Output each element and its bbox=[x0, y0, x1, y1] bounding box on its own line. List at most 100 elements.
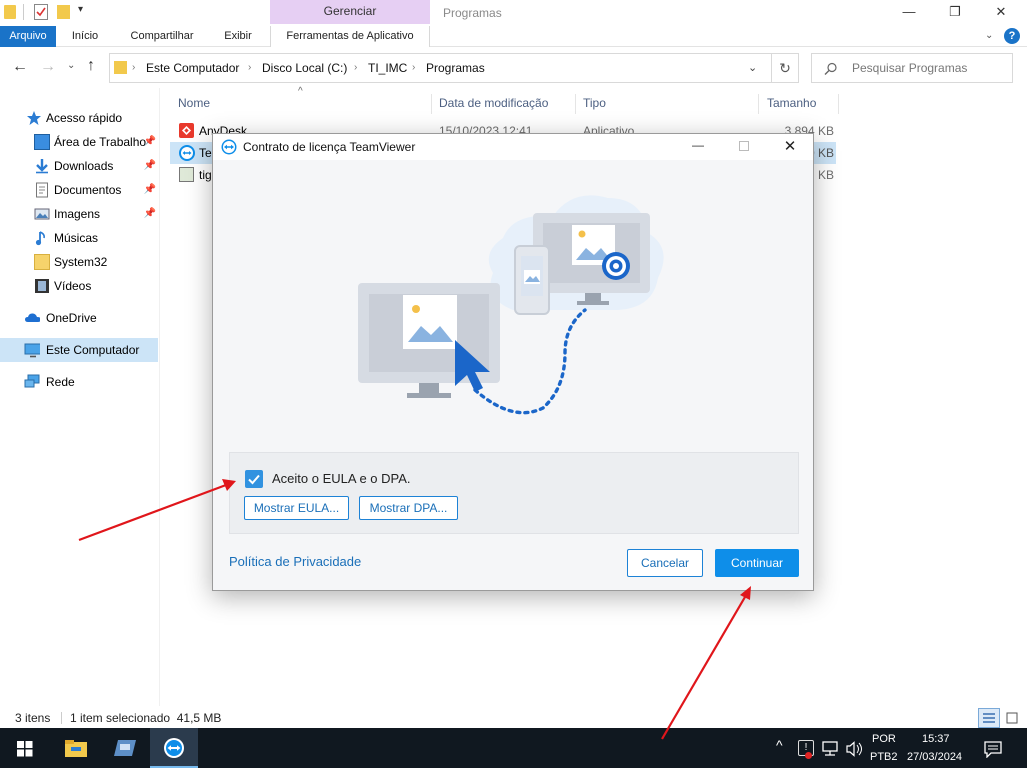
taskbar-teamviewer[interactable] bbox=[150, 728, 198, 768]
address-dropdown-icon[interactable]: ⌄ bbox=[748, 54, 757, 82]
column-header-tipo[interactable]: Tipo bbox=[583, 94, 759, 114]
show-eula-button[interactable]: Mostrar EULA... bbox=[244, 496, 349, 520]
folder-icon bbox=[4, 5, 16, 19]
item-count: 3 itens bbox=[15, 711, 51, 725]
minimize-button[interactable]: — bbox=[886, 0, 932, 24]
checkmark-icon bbox=[248, 474, 260, 485]
crumb-este-computador[interactable]: Este Computador bbox=[146, 54, 239, 82]
pin-icon: 📌 bbox=[143, 184, 156, 195]
computer-icon bbox=[24, 343, 40, 358]
refresh-button[interactable]: ↻ bbox=[772, 53, 799, 83]
anydesk-icon bbox=[179, 123, 194, 138]
pin-icon: 📌 bbox=[143, 160, 156, 171]
installer-icon bbox=[179, 167, 194, 182]
volume-icon[interactable] bbox=[846, 741, 864, 757]
nav-item-system32[interactable]: System32 bbox=[0, 250, 158, 274]
forward-arrow-icon[interactable]: → bbox=[40, 58, 56, 76]
documents-icon bbox=[36, 182, 48, 198]
dialog-minimize-button[interactable]: — bbox=[683, 138, 713, 152]
customize-toolbar-icon[interactable]: ▾ bbox=[78, 4, 83, 15]
window-title: Programas bbox=[443, 6, 502, 20]
language-code[interactable]: POR bbox=[872, 733, 896, 745]
crumb-programas[interactable]: Programas bbox=[426, 54, 485, 82]
dialog-body: Aceito o EULA e o DPA. Mostrar EULA... M… bbox=[213, 160, 813, 590]
crumb-ti-imc[interactable]: TI_IMC bbox=[368, 54, 407, 82]
license-dialog: Contrato de licença TeamViewer — ✕ Aceit… bbox=[212, 133, 814, 591]
cancel-button[interactable]: Cancelar bbox=[627, 549, 703, 577]
search-box[interactable]: Pesquisar Programas bbox=[811, 53, 1013, 83]
show-dpa-button[interactable]: Mostrar DPA... bbox=[359, 496, 458, 520]
network-icon bbox=[24, 374, 40, 388]
nav-label: Este Computador bbox=[46, 343, 140, 357]
tab-inicio[interactable]: Início bbox=[62, 26, 108, 47]
close-button[interactable]: ✕ bbox=[978, 0, 1024, 24]
crumb-disco-local[interactable]: Disco Local (C:) bbox=[262, 54, 347, 82]
cloud-icon bbox=[25, 313, 40, 322]
nav-item-area-de-trabalho[interactable]: Área de Trabalho 📌 bbox=[0, 130, 158, 154]
nav-item-acesso-rapido[interactable]: Acesso rápido bbox=[0, 106, 158, 130]
taskbar-explorer[interactable] bbox=[50, 728, 100, 768]
column-header-data[interactable]: Data de modificação bbox=[439, 94, 576, 114]
new-folder-icon[interactable] bbox=[57, 5, 70, 19]
start-button[interactable] bbox=[0, 728, 50, 768]
breadcrumb-sep-icon: › bbox=[412, 62, 416, 73]
help-icon[interactable]: ? bbox=[1004, 28, 1020, 44]
search-icon bbox=[824, 62, 837, 75]
nav-item-downloads[interactable]: Downloads 📌 bbox=[0, 154, 158, 178]
eula-checkbox[interactable] bbox=[245, 470, 263, 488]
network-tray-icon[interactable] bbox=[822, 741, 840, 757]
nav-label: Área de Trabalho bbox=[54, 135, 147, 149]
clock-time[interactable]: 15:37 bbox=[922, 733, 950, 745]
pane-divider[interactable] bbox=[159, 88, 160, 706]
continue-button[interactable]: Continuar bbox=[715, 549, 799, 577]
dialog-maximize-button[interactable] bbox=[729, 138, 759, 156]
images-icon bbox=[34, 208, 50, 220]
ribbon-expand-icon[interactable]: ⌄ bbox=[985, 30, 993, 41]
keyboard-layout[interactable]: PTB2 bbox=[870, 751, 898, 763]
music-icon bbox=[35, 231, 45, 246]
tab-compartilhar[interactable]: Compartilhar bbox=[120, 26, 204, 47]
nav-label: Músicas bbox=[54, 231, 99, 245]
notifications-icon[interactable] bbox=[984, 740, 1002, 758]
breadcrumb-sep-icon: › bbox=[132, 62, 136, 73]
up-arrow-icon[interactable]: ↑ bbox=[87, 57, 95, 75]
maximize-button[interactable]: ❐ bbox=[932, 0, 978, 24]
nav-item-musicas[interactable]: Músicas bbox=[0, 226, 158, 250]
tab-arquivo[interactable]: Arquivo bbox=[0, 26, 56, 47]
nav-item-rede[interactable]: Rede bbox=[0, 370, 158, 394]
eula-label: Aceito o EULA e o DPA. bbox=[272, 471, 411, 486]
teamviewer-icon bbox=[221, 139, 237, 155]
search-placeholder: Pesquisar Programas bbox=[852, 61, 968, 75]
column-header-nome[interactable]: Nome bbox=[178, 94, 432, 114]
large-icons-view-button[interactable] bbox=[1002, 708, 1022, 728]
properties-icon[interactable] bbox=[34, 4, 48, 20]
tab-ferramentas-aplicativo[interactable]: Ferramentas de Aplicativo bbox=[270, 26, 430, 47]
column-header-tamanho[interactable]: Tamanho bbox=[767, 94, 839, 114]
nav-label: Documentos bbox=[54, 183, 122, 197]
nav-item-onedrive[interactable]: OneDrive bbox=[0, 306, 158, 330]
nav-label: Rede bbox=[46, 375, 75, 389]
download-icon bbox=[36, 159, 48, 174]
nav-label: Downloads bbox=[54, 159, 114, 173]
selection-info: 1 item selecionado 41,5 MB bbox=[70, 711, 222, 725]
tab-exibir[interactable]: Exibir bbox=[214, 26, 262, 47]
recent-locations-icon[interactable]: ⌄ bbox=[67, 60, 75, 71]
dialog-close-button[interactable]: ✕ bbox=[775, 137, 805, 155]
details-view-button[interactable] bbox=[978, 708, 1000, 728]
nav-item-videos[interactable]: Vídeos bbox=[0, 274, 158, 298]
nav-label: Vídeos bbox=[54, 279, 92, 293]
context-tab-gerenciar: Gerenciar bbox=[270, 0, 430, 24]
back-arrow-icon[interactable]: ← bbox=[12, 58, 28, 76]
address-bar[interactable]: › Este Computador › Disco Local (C:) › T… bbox=[109, 53, 772, 83]
clock-date[interactable]: 27/03/2024 bbox=[907, 751, 962, 763]
nav-item-este-computador[interactable]: Este Computador bbox=[0, 338, 158, 362]
show-hidden-icons-icon[interactable]: ^ bbox=[776, 737, 783, 753]
taskbar-server-manager[interactable] bbox=[100, 728, 150, 768]
privacy-policy-link[interactable]: Política de Privacidade bbox=[229, 554, 361, 569]
eula-panel: Aceito o EULA e o DPA. Mostrar EULA... M… bbox=[229, 452, 799, 534]
nav-item-documentos[interactable]: Documentos 📌 bbox=[0, 178, 158, 202]
separator bbox=[61, 712, 62, 724]
star-icon bbox=[27, 111, 41, 125]
nav-label: Acesso rápido bbox=[46, 111, 123, 125]
nav-item-imagens[interactable]: Imagens 📌 bbox=[0, 202, 158, 226]
